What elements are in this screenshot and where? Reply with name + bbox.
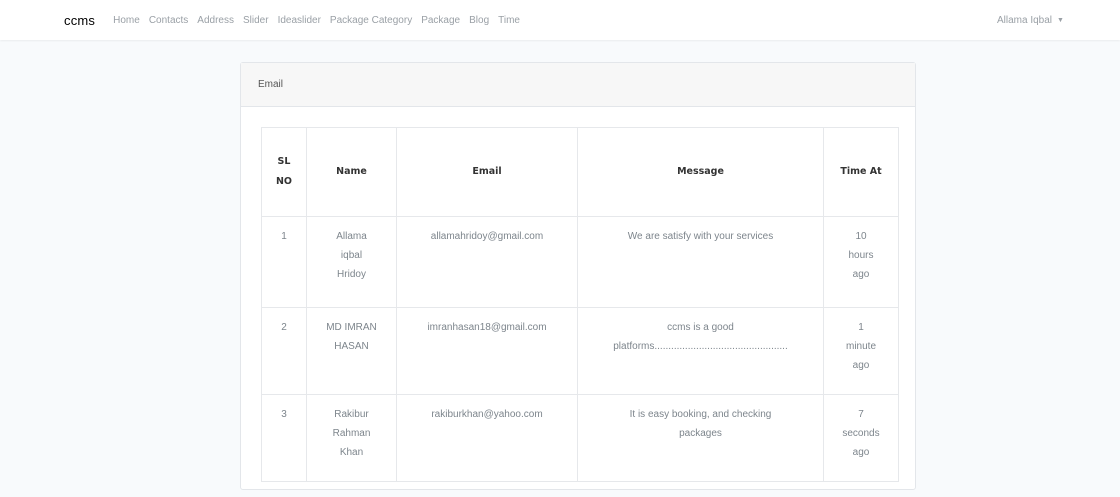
time-line: ago — [852, 360, 870, 371]
cell-email: imranhasan18@gmail.com — [396, 307, 578, 395]
message-line: ccms is a good — [667, 322, 734, 333]
nav-link-slider[interactable]: Slider — [243, 15, 269, 26]
user-name: Allama Iqbal — [997, 14, 1053, 26]
nav-link-package[interactable]: Package — [421, 15, 460, 26]
cell-time: 1 minute ago — [823, 307, 899, 395]
caret-down-icon: ▼ — [1057, 16, 1064, 24]
nav-link-ideaslider[interactable]: Ideaslider — [278, 15, 321, 26]
message-line: platforms...............................… — [613, 341, 788, 352]
cell-message: We are satisfy with your services — [577, 216, 824, 308]
name-line: HASAN — [334, 341, 369, 352]
nav-link-blog[interactable]: Blog — [469, 15, 489, 26]
brand-link[interactable]: ccms — [64, 13, 95, 28]
header-email: Email — [396, 127, 578, 217]
name-line: Rakibur — [334, 409, 369, 420]
email-card: Email SL NO Name Email Message Time At 1… — [240, 62, 916, 490]
card-title: Email — [258, 79, 284, 90]
message-line: It is easy booking, and checking — [629, 409, 772, 420]
nav-links: Home Contacts Address Slider Ideaslider … — [113, 15, 529, 26]
name-line: Hridoy — [337, 269, 366, 280]
header-sl-line1: SL — [277, 156, 291, 167]
time-line: ago — [852, 269, 870, 280]
name-line: Rahman — [332, 428, 371, 439]
cell-name: MD IMRAN HASAN — [306, 307, 397, 395]
cell-sl: 1 — [261, 216, 307, 308]
time-line: 10 — [855, 231, 867, 242]
time-line: ago — [852, 447, 870, 458]
cell-email: rakiburkhan@yahoo.com — [396, 394, 578, 482]
header-message: Message — [577, 127, 824, 217]
cell-message: ccms is a good platforms.................… — [577, 307, 824, 395]
cell-time: 10 hours ago — [823, 216, 899, 308]
message-line: We are satisfy with your services — [627, 231, 774, 242]
cell-name: Allama iqbal Hridoy — [306, 216, 397, 308]
name-line: Allama — [336, 231, 367, 242]
name-line: iqbal — [340, 250, 363, 261]
cell-sl: 2 — [261, 307, 307, 395]
cell-name: Rakibur Rahman Khan — [306, 394, 397, 482]
time-line: hours — [848, 250, 874, 261]
time-line: 7 — [858, 409, 864, 420]
user-dropdown[interactable]: Allama Iqbal ▼ — [997, 0, 1064, 40]
name-line: MD IMRAN — [326, 322, 377, 333]
cell-email: allamahridoy@gmail.com — [396, 216, 578, 308]
email-table: SL NO Name Email Message Time At 1 Allama… — [261, 127, 899, 482]
nav-link-contacts[interactable]: Contacts — [149, 15, 188, 26]
name-line: Khan — [339, 447, 364, 458]
header-time-at: Time At — [823, 127, 899, 217]
nav-link-address[interactable]: Address — [197, 15, 234, 26]
cell-message: It is easy booking, and checking packages — [577, 394, 824, 482]
nav-link-package-category[interactable]: Package Category — [330, 15, 412, 26]
table-row: 2 MD IMRAN HASAN imranhasan18@gmail.com c… — [261, 307, 899, 395]
nav-link-time[interactable]: Time — [498, 15, 520, 26]
cell-time: 7 seconds ago — [823, 394, 899, 482]
table-row: 1 Allama iqbal Hridoy allamahridoy@gmail.c… — [261, 216, 899, 308]
table-header-row: SL NO Name Email Message Time At — [261, 127, 899, 217]
time-line: 1 — [858, 322, 864, 333]
time-line: minute — [845, 341, 876, 352]
header-name: Name — [306, 127, 397, 217]
card-header: Email — [241, 63, 915, 107]
header-sl-no: SL NO — [261, 127, 307, 217]
nav-link-home[interactable]: Home — [113, 15, 140, 26]
message-line: packages — [679, 428, 722, 439]
table-row: 3 Rakibur Rahman Khan rakiburkhan@yahoo.co… — [261, 394, 899, 482]
top-navbar: ccms Home Contacts Address Slider Ideasl… — [0, 0, 1120, 40]
header-sl-line2: NO — [275, 176, 293, 187]
email-table-wrapper: SL NO Name Email Message Time At 1 Allama… — [261, 127, 899, 482]
time-line: seconds — [842, 428, 880, 439]
cell-sl: 3 — [261, 394, 307, 482]
